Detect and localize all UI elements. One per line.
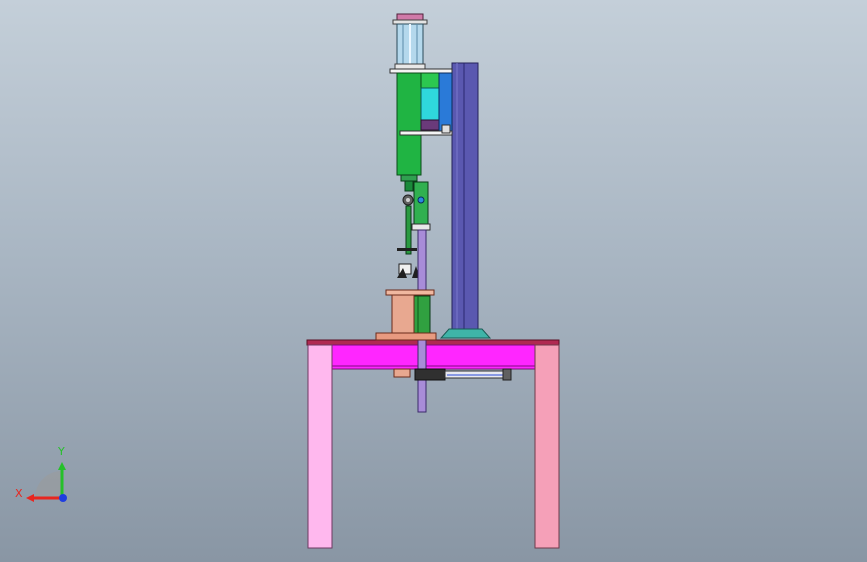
table-top-plate (306, 339, 560, 346)
triad-arc (35, 471, 62, 498)
column-base (439, 328, 492, 339)
z-axis-dot (59, 494, 67, 502)
spindle-body (396, 72, 422, 176)
table-leg-right (534, 344, 560, 549)
axis-triad: X Y (15, 445, 67, 502)
guide-cap (411, 223, 431, 231)
cyan-block (420, 87, 440, 121)
spindle-housing[interactable] (396, 72, 453, 176)
x-axis-label: X (15, 487, 23, 500)
shaft-segment (404, 180, 414, 192)
air-cylinder[interactable] (389, 13, 453, 74)
gear-hub (406, 198, 410, 202)
cylinder-flange (392, 19, 428, 25)
sensor-dot (417, 196, 425, 204)
green-sleeve (413, 295, 431, 337)
column-body (451, 62, 479, 330)
cad-viewport[interactable]: X Y (0, 0, 867, 562)
drum-stub (393, 368, 411, 378)
cylinder-cap (396, 13, 424, 21)
dark-block (420, 119, 440, 131)
slide-plate (438, 72, 453, 134)
bracket-tab (441, 124, 451, 134)
cylinder-bottom-cap (394, 63, 426, 70)
under-table-cylinder[interactable] (393, 368, 512, 381)
drum-flange (375, 332, 437, 341)
shaft-lower (405, 205, 412, 255)
drum-top-ring (385, 289, 435, 296)
y-axis-arrow-icon (58, 462, 66, 470)
x-axis-arrow-icon (26, 494, 34, 502)
drum-body (391, 294, 415, 334)
cylinder-mount (414, 368, 446, 381)
guide-block (413, 181, 429, 227)
cylinder-end (502, 368, 512, 381)
table-leg-left (307, 344, 333, 549)
coupling (400, 174, 418, 182)
y-axis-label: Y (57, 445, 65, 458)
clamp-bar (397, 248, 417, 251)
model-canvas[interactable]: X Y (0, 0, 867, 562)
mount-plate (389, 68, 453, 74)
